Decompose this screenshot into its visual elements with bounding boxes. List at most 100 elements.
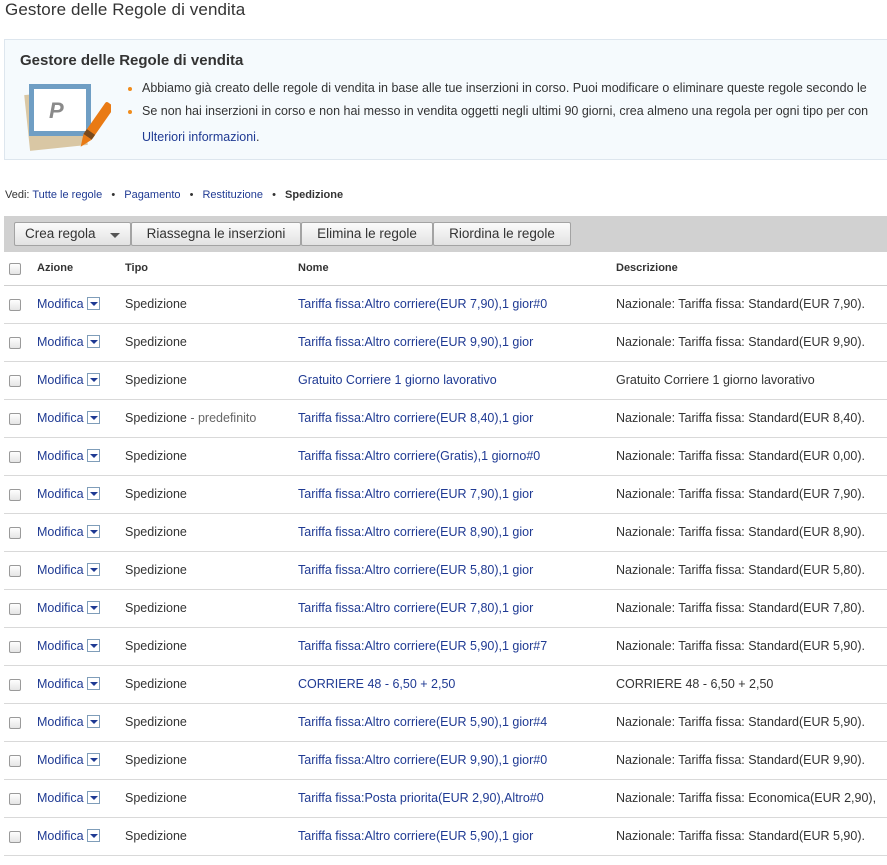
view-returns-link[interactable]: Restituzione (202, 189, 263, 201)
header-description: Descrizione (616, 262, 678, 274)
edit-rule-link[interactable]: Modifica (37, 335, 84, 349)
row-checkbox[interactable] (9, 565, 21, 577)
rule-name-link[interactable]: Tariffa fissa:Altro corriere(EUR 7,90),1… (298, 297, 547, 311)
edit-rule-link[interactable]: Modifica (37, 411, 84, 425)
edit-rule-link[interactable]: Modifica (37, 563, 84, 577)
rule-name-link[interactable]: Tariffa fissa:Altro corriere(EUR 8,90),1… (298, 525, 533, 539)
rule-name-link[interactable]: Tariffa fissa:Altro corriere(EUR 5,90),1… (298, 829, 533, 843)
view-shipping-current: Spedizione (285, 189, 344, 201)
rule-name-link[interactable]: CORRIERE 48 - 6,50 + 2,50 (298, 677, 455, 691)
row-checkbox[interactable] (9, 717, 21, 729)
table-row: Modifica Spedizione Tariffa fissa:Altro co… (4, 438, 887, 476)
info-bullets: Abbiamo già creato delle regole di vendi… (127, 80, 868, 126)
edit-rule-link[interactable]: Modifica (37, 753, 84, 767)
rule-name-link[interactable]: Tariffa fissa:Altro corriere(EUR 7,80),1… (298, 601, 533, 615)
rule-name-link[interactable]: Tariffa fissa:Altro corriere(Gratis),1 g… (298, 449, 540, 463)
row-checkbox[interactable] (9, 755, 21, 767)
edit-rule-link[interactable]: Modifica (37, 449, 84, 463)
edit-rule-link[interactable]: Modifica (37, 601, 84, 615)
edit-dropdown-icon[interactable] (87, 449, 100, 462)
table-row: Modifica Spedizione Tariffa fissa:Altro co… (4, 590, 887, 628)
rules-illustration-icon: P (24, 84, 111, 151)
row-checkbox[interactable] (9, 603, 21, 615)
row-checkbox[interactable] (9, 641, 21, 653)
rule-type: Spedizione (125, 449, 187, 463)
rule-name-link[interactable]: Tariffa fissa:Altro corriere(EUR 7,90),1… (298, 487, 533, 501)
rule-name-link[interactable]: Gratuito Corriere 1 giorno lavorativo (298, 373, 497, 387)
edit-rule-link[interactable]: Modifica (37, 791, 84, 805)
rule-type: Spedizione (125, 525, 187, 539)
row-checkbox[interactable] (9, 299, 21, 311)
row-checkbox[interactable] (9, 337, 21, 349)
edit-dropdown-icon[interactable] (87, 335, 100, 348)
view-separator: • (272, 189, 276, 201)
header-name: Nome (298, 262, 329, 274)
chevron-down-icon (110, 233, 120, 238)
row-checkbox[interactable] (9, 831, 21, 843)
rule-type: Spedizione (125, 677, 187, 691)
table-row: Modifica Spedizione Tariffa fissa:Altro co… (4, 286, 887, 324)
edit-rule-link[interactable]: Modifica (37, 525, 84, 539)
reorder-rules-button[interactable]: Riordina le regole (433, 222, 571, 246)
rule-type: Spedizione (125, 335, 187, 349)
page-title: Gestore delle Regole di vendita (5, 0, 246, 19)
edit-dropdown-icon[interactable] (87, 829, 100, 842)
rule-type: Spedizione (125, 487, 187, 501)
more-info-link[interactable]: Ulteriori informazioni (142, 130, 256, 144)
reassign-listings-button[interactable]: Riassegna le inserzioni (131, 222, 301, 246)
edit-dropdown-icon[interactable] (87, 487, 100, 500)
bullet-dot-icon (128, 110, 132, 114)
rule-name-link[interactable]: Tariffa fissa:Altro corriere(EUR 5,90),1… (298, 715, 547, 729)
edit-dropdown-icon[interactable] (87, 411, 100, 424)
row-checkbox[interactable] (9, 451, 21, 463)
table-row: Modifica Spedizione Tariffa fissa:Altro co… (4, 552, 887, 590)
edit-dropdown-icon[interactable] (87, 563, 100, 576)
info-title: Gestore delle Regole di vendita (20, 52, 244, 69)
edit-rule-link[interactable]: Modifica (37, 677, 84, 691)
row-checkbox[interactable] (9, 375, 21, 387)
edit-dropdown-icon[interactable] (87, 525, 100, 538)
rule-name-link[interactable]: Tariffa fissa:Altro corriere(EUR 5,80),1… (298, 563, 533, 577)
rule-name-link[interactable]: Tariffa fissa:Altro corriere(EUR 8,40),1… (298, 411, 533, 425)
edit-dropdown-icon[interactable] (87, 677, 100, 690)
table-row: Modifica Spedizione Gratuito Corriere 1 gi… (4, 362, 887, 400)
delete-rules-button[interactable]: Elimina le regole (301, 222, 433, 246)
edit-dropdown-icon[interactable] (87, 601, 100, 614)
edit-rule-link[interactable]: Modifica (37, 487, 84, 501)
edit-rule-link[interactable]: Modifica (37, 373, 84, 387)
edit-dropdown-icon[interactable] (87, 715, 100, 728)
edit-rule-link[interactable]: Modifica (37, 297, 84, 311)
edit-dropdown-icon[interactable] (87, 791, 100, 804)
rule-description: Nazionale: Tariffa fissa: Standard(EUR 9… (616, 753, 865, 767)
edit-dropdown-icon[interactable] (87, 297, 100, 310)
more-info-row: Ulteriori informazioni. (142, 130, 260, 144)
edit-dropdown-icon[interactable] (87, 639, 100, 652)
rule-description: Nazionale: Tariffa fissa: Standard(EUR 0… (616, 449, 865, 463)
row-checkbox[interactable] (9, 489, 21, 501)
select-all-checkbox[interactable] (9, 263, 21, 275)
view-payment-link[interactable]: Pagamento (124, 189, 180, 201)
rule-type: Spedizione (125, 715, 187, 729)
rule-type: Spedizione (125, 563, 187, 577)
rule-name-link[interactable]: Tariffa fissa:Altro corriere(EUR 5,90),1… (298, 639, 547, 653)
row-checkbox[interactable] (9, 527, 21, 539)
view-all-rules-link[interactable]: Tutte le regole (32, 189, 102, 201)
edit-rule-link[interactable]: Modifica (37, 639, 84, 653)
rule-description: Nazionale: Tariffa fissa: Standard(EUR 8… (616, 411, 865, 425)
rule-type: Spedizione (125, 601, 187, 615)
rule-description: Nazionale: Tariffa fissa: Standard(EUR 9… (616, 335, 865, 349)
row-checkbox[interactable] (9, 793, 21, 805)
create-rule-button[interactable]: Crea regola (14, 222, 131, 246)
edit-rule-link[interactable]: Modifica (37, 829, 84, 843)
row-checkbox[interactable] (9, 413, 21, 425)
edit-dropdown-icon[interactable] (87, 373, 100, 386)
row-checkbox[interactable] (9, 679, 21, 691)
rule-type: Spedizione (125, 753, 187, 767)
info-bullet: Abbiamo già creato delle regole di vendi… (127, 80, 868, 103)
rule-name-link[interactable]: Tariffa fissa:Altro corriere(EUR 9,90),1… (298, 335, 533, 349)
rule-name-link[interactable]: Tariffa fissa:Posta priorita(EUR 2,90),A… (298, 791, 544, 805)
edit-dropdown-icon[interactable] (87, 753, 100, 766)
rule-name-link[interactable]: Tariffa fissa:Altro corriere(EUR 9,90),1… (298, 753, 547, 767)
view-separator: • (189, 189, 194, 201)
edit-rule-link[interactable]: Modifica (37, 715, 84, 729)
